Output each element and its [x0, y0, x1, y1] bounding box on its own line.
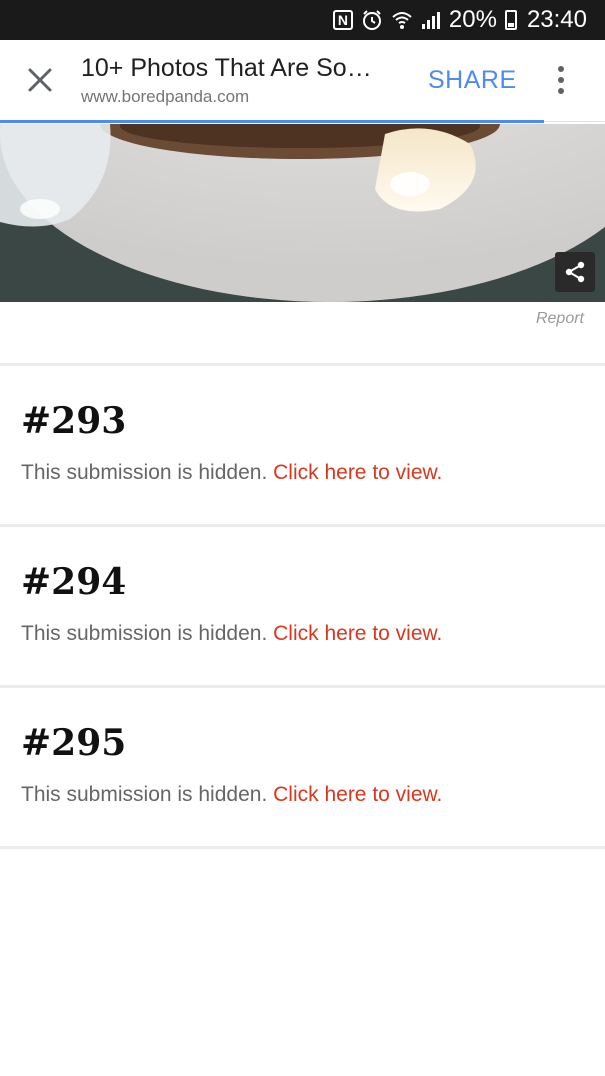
- photo-share-button[interactable]: [555, 252, 595, 292]
- share-icon: [565, 261, 585, 283]
- photo-image: [0, 124, 605, 302]
- submission-hidden-text: This submission is hidden. Click here to…: [21, 622, 442, 646]
- status-bar: N 20% 23:40: [0, 0, 605, 40]
- click-to-view-link[interactable]: Click here to view.: [273, 622, 442, 645]
- wifi-icon: [391, 9, 413, 31]
- submission-card: #295 This submission is hidden. Click he…: [0, 685, 605, 841]
- page-load-progress: [0, 120, 544, 123]
- submission-card: #294 This submission is hidden. Click he…: [0, 524, 605, 680]
- more-options-button[interactable]: [552, 66, 570, 98]
- click-to-view-link[interactable]: Click here to view.: [273, 461, 442, 484]
- signal-icon: [421, 10, 441, 30]
- submission-number: #293: [21, 400, 127, 442]
- click-to-view-link[interactable]: Click here to view.: [273, 783, 442, 806]
- custom-tab-toolbar: 10+ Photos That Are So… www.boredpanda.c…: [0, 40, 605, 123]
- share-button[interactable]: SHARE: [428, 66, 517, 95]
- close-icon: [28, 68, 52, 92]
- submission-number: #294: [21, 561, 127, 603]
- alarm-icon: [361, 9, 383, 31]
- submission-card: #293 This submission is hidden. Click he…: [0, 363, 605, 519]
- page-title: 10+ Photos That Are So…: [81, 54, 372, 82]
- clock: 23:40: [526, 6, 587, 33]
- article-photo[interactable]: [0, 124, 605, 302]
- divider: [0, 846, 605, 849]
- hidden-notice: This submission is hidden.: [21, 783, 268, 806]
- report-row: Report: [0, 302, 605, 362]
- submission-hidden-text: This submission is hidden. Click here to…: [21, 461, 442, 485]
- report-link[interactable]: Report: [536, 310, 584, 328]
- close-button[interactable]: [22, 62, 58, 98]
- submission-hidden-text: This submission is hidden. Click here to…: [21, 783, 442, 807]
- title-block: 10+ Photos That Are So… www.boredpanda.c…: [81, 54, 401, 107]
- battery-percent: 20%: [448, 6, 497, 33]
- more-vertical-icon: [558, 66, 564, 72]
- battery-icon: [504, 10, 517, 30]
- nfc-icon: N: [332, 10, 353, 30]
- submission-number: #295: [21, 722, 127, 764]
- hidden-notice: This submission is hidden.: [21, 622, 268, 645]
- hidden-notice: This submission is hidden.: [21, 461, 268, 484]
- page-url: www.boredpanda.com: [81, 87, 250, 106]
